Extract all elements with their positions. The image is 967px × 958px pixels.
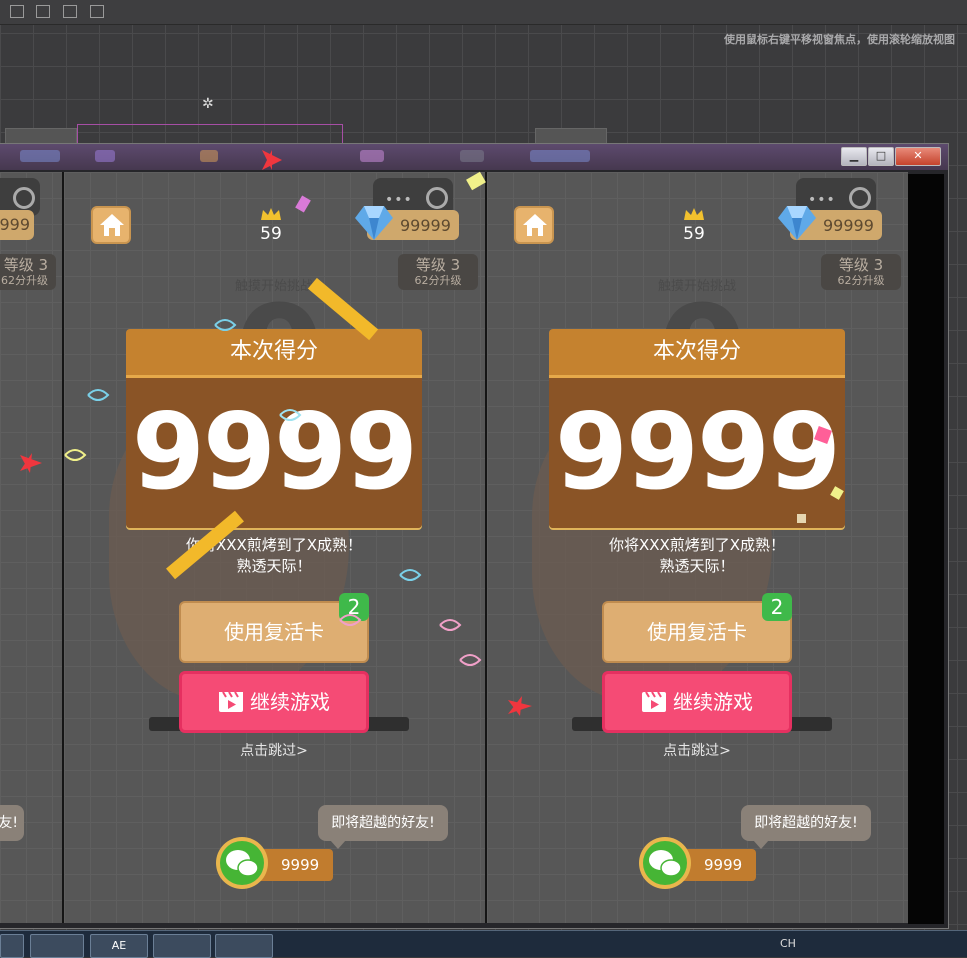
confetti-strip (166, 510, 244, 580)
confetti-strip (466, 171, 486, 191)
confetti-effect (20, 150, 844, 716)
confetti-ribbon (459, 654, 482, 666)
task-after-effects[interactable]: AE (90, 934, 148, 958)
folder-icon[interactable] (30, 934, 84, 958)
confetti-star (262, 150, 282, 170)
os-taskbar: AE CH (0, 930, 967, 958)
confetti-ribbon (279, 409, 302, 421)
confetti-ribbon (214, 319, 237, 331)
task-app-icon[interactable] (153, 934, 211, 958)
confetti-ribbon (339, 614, 362, 626)
confetti-ribbon (87, 389, 110, 401)
confetti-star (508, 696, 532, 716)
confetti-strip (830, 486, 844, 500)
confetti-star (20, 453, 42, 473)
confetti-strip (797, 514, 806, 523)
confetti-ribbon (399, 569, 422, 581)
confetti-strip (814, 426, 832, 444)
confetti-strip (295, 195, 311, 213)
input-indicator[interactable]: CH (780, 937, 796, 950)
confetti-strip (307, 277, 379, 341)
confetti-ribbon (64, 449, 87, 461)
task-app-icon[interactable] (215, 934, 273, 958)
confetti-ribbon (439, 619, 462, 631)
task-app[interactable] (0, 934, 24, 958)
